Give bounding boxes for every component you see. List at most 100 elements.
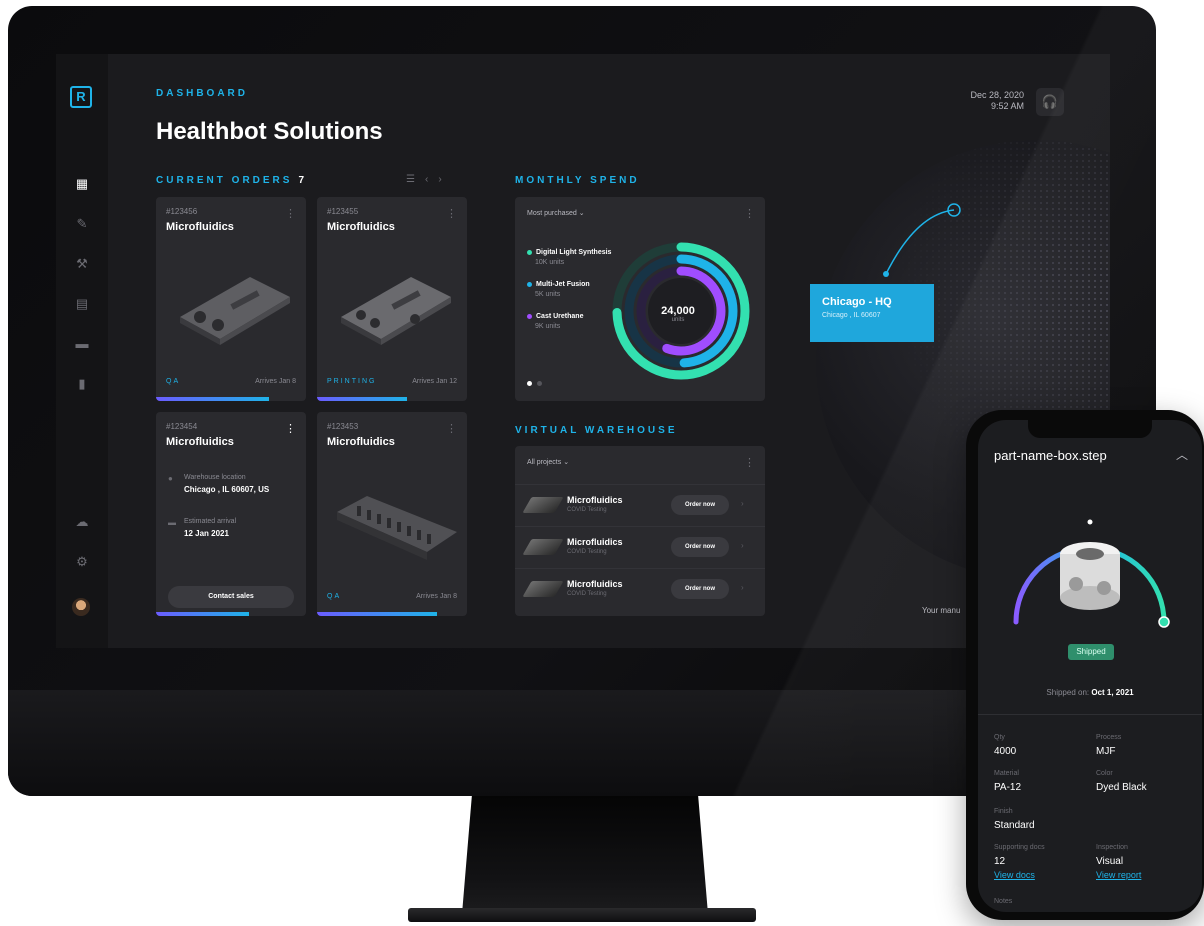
- legend-item: Digital Light Synthesis 10K units: [527, 249, 611, 266]
- more-options-icon[interactable]: ⋮: [446, 207, 457, 220]
- pager-dot-active[interactable]: [527, 381, 532, 386]
- divider: [978, 714, 1202, 715]
- order-now-button[interactable]: Order now: [671, 537, 729, 557]
- chevron-right-icon[interactable]: ›: [741, 541, 744, 550]
- order-card[interactable]: #123453 Microfluidics ⋮ QA Arrives Jan 8: [317, 412, 467, 616]
- support-headset-button[interactable]: 🎧: [1036, 88, 1064, 116]
- microfluidic-chip-image: [180, 277, 290, 345]
- warehouse-row[interactable]: Microfluidics COVID Testing Order now ›: [515, 484, 765, 526]
- orders-count: 7: [298, 175, 305, 186]
- monitor-stand-foot: [408, 908, 756, 922]
- more-options-icon[interactable]: ⋮: [744, 456, 755, 469]
- archive-icon[interactable]: ▤: [72, 294, 92, 314]
- part-3d-render: [1060, 542, 1120, 610]
- pager-dot[interactable]: [537, 381, 542, 386]
- finish-value: Standard: [994, 820, 1035, 831]
- inspection-value: Visual: [1096, 856, 1124, 867]
- chevron-left-icon[interactable]: ‹: [425, 174, 438, 185]
- more-options-icon[interactable]: ⋮: [446, 422, 457, 435]
- current-orders-heading: CURRENT ORDERS 7: [156, 175, 304, 186]
- order-name: Microfluidics: [327, 221, 395, 233]
- legend-name: Digital Light Synthesis: [536, 249, 612, 256]
- more-options-icon[interactable]: ⋮: [285, 422, 296, 435]
- legend-dot: [527, 249, 532, 255]
- page-title: Healthbot Solutions: [156, 118, 383, 145]
- chevron-right-icon[interactable]: ›: [438, 174, 451, 185]
- pencil-icon[interactable]: ✎: [72, 214, 92, 234]
- part-file-name: part-name-box.step: [994, 448, 1107, 463]
- cloud-upload-icon[interactable]: ☁: [72, 512, 92, 532]
- brand-logo-icon[interactable]: R: [70, 86, 92, 108]
- shipped-date: Oct 1, 2021: [1091, 688, 1134, 697]
- truck-icon: ▬: [168, 518, 176, 527]
- order-number: #123454: [166, 422, 198, 431]
- more-options-icon[interactable]: ⋮: [744, 207, 755, 220]
- order-card[interactable]: #123456 Microfluidics ⋮ QA Arrives Jan 8: [156, 197, 306, 401]
- material-label: Material: [994, 770, 1019, 777]
- chevron-right-icon[interactable]: ›: [741, 499, 744, 508]
- order-now-button[interactable]: Order now: [671, 495, 729, 515]
- order-name: Microfluidics: [166, 221, 234, 233]
- order-card-expanded[interactable]: #123454 Microfluidics ⋮ ● Warehouse loca…: [156, 412, 306, 616]
- legend-name: Multi-Jet Fusion: [536, 281, 590, 288]
- view-report-link[interactable]: View report: [1096, 870, 1141, 880]
- phone-notch: [1028, 420, 1152, 438]
- part-thumbnail: [522, 497, 564, 513]
- finish-label: Finish: [994, 808, 1013, 815]
- warehouse-location-label: Warehouse location: [184, 474, 246, 481]
- gear-icon[interactable]: ⚙: [72, 552, 92, 572]
- warehouse-project: COVID Testing: [567, 549, 607, 555]
- supporting-docs-value: 12: [994, 856, 1006, 867]
- dashboard-screen: R ▦ ✎ ⚒ ▤ ▬ ▮ ☁ ⚙ DASHBOARD Healthbot So…: [56, 54, 1110, 648]
- chevron-up-icon[interactable]: ︿: [1176, 446, 1188, 463]
- filter-icon[interactable]: ☰: [406, 174, 425, 185]
- order-card[interactable]: #123455 Microfluidics ⋮ PRINTING Arrives…: [317, 197, 467, 401]
- order-arrival: Arrives Jan 8: [255, 378, 296, 385]
- hq-name: Chicago - HQ: [822, 296, 892, 308]
- warehouse-row[interactable]: Microfluidics COVID Testing Order now ›: [515, 568, 765, 610]
- monthly-spend-heading: MONTHLY SPEND: [515, 175, 640, 186]
- process-value: MJF: [1096, 746, 1116, 757]
- color-label: Color: [1096, 770, 1113, 777]
- order-number: #123453: [327, 422, 359, 431]
- order-name: Microfluidics: [166, 436, 234, 448]
- legend-name: Cast Urethane: [536, 313, 584, 320]
- donut-center: 24,000 units: [643, 305, 713, 323]
- order-now-button[interactable]: Order now: [671, 579, 729, 599]
- qty-label: Qty: [994, 734, 1005, 741]
- avatar[interactable]: [72, 598, 90, 616]
- order-number: #123455: [327, 207, 359, 216]
- warehouse-row[interactable]: Microfluidics COVID Testing Order now ›: [515, 526, 765, 568]
- most-purchased-select[interactable]: Most purchased ⌄: [527, 209, 585, 217]
- contact-sales-button[interactable]: Contact sales: [168, 586, 294, 608]
- order-arrival: Arrives Jan 12: [412, 378, 457, 385]
- chevron-right-icon[interactable]: ›: [741, 583, 744, 592]
- sidebar: R ▦ ✎ ⚒ ▤ ▬ ▮ ☁ ⚙: [56, 54, 108, 648]
- qty-value: 4000: [994, 746, 1017, 757]
- hq-location-label[interactable]: Chicago - HQ Chicago , IL 60607: [810, 284, 934, 342]
- part-thumbnail: [522, 539, 564, 555]
- part-thumbnail: [522, 581, 564, 597]
- notes-label: Notes: [994, 898, 1013, 905]
- all-projects-select[interactable]: All projects ⌄: [527, 458, 569, 466]
- donut-unit: units: [671, 317, 685, 323]
- truck-icon[interactable]: ▬: [72, 334, 92, 354]
- process-label: Process: [1096, 734, 1122, 741]
- chevron-down-icon: ⌄: [578, 210, 585, 217]
- warehouse-part-name: Microfluidics: [567, 495, 623, 505]
- status-badge: Shipped: [1068, 644, 1114, 660]
- view-docs-link[interactable]: View docs: [994, 870, 1035, 880]
- legend-units: 10K units: [535, 259, 565, 266]
- route-arc: [883, 203, 961, 277]
- dashboard-grid-icon[interactable]: ▦: [72, 174, 92, 194]
- wrench-icon[interactable]: ⚒: [72, 254, 92, 274]
- warehouse-part-name: Microfluidics: [567, 579, 623, 589]
- legend-item: Multi-Jet Fusion 5K units: [527, 281, 590, 298]
- date-time: Dec 28, 2020 9:52 AM: [970, 90, 1024, 112]
- headset-icon: 🎧: [1041, 94, 1059, 109]
- estimated-arrival-label: Estimated arrival: [184, 518, 237, 525]
- manufacturing-caption: Your manu: [922, 606, 961, 615]
- bar-chart-icon[interactable]: ▮: [72, 374, 92, 394]
- legend-units: 5K units: [535, 291, 561, 298]
- more-options-icon[interactable]: ⋮: [285, 207, 296, 220]
